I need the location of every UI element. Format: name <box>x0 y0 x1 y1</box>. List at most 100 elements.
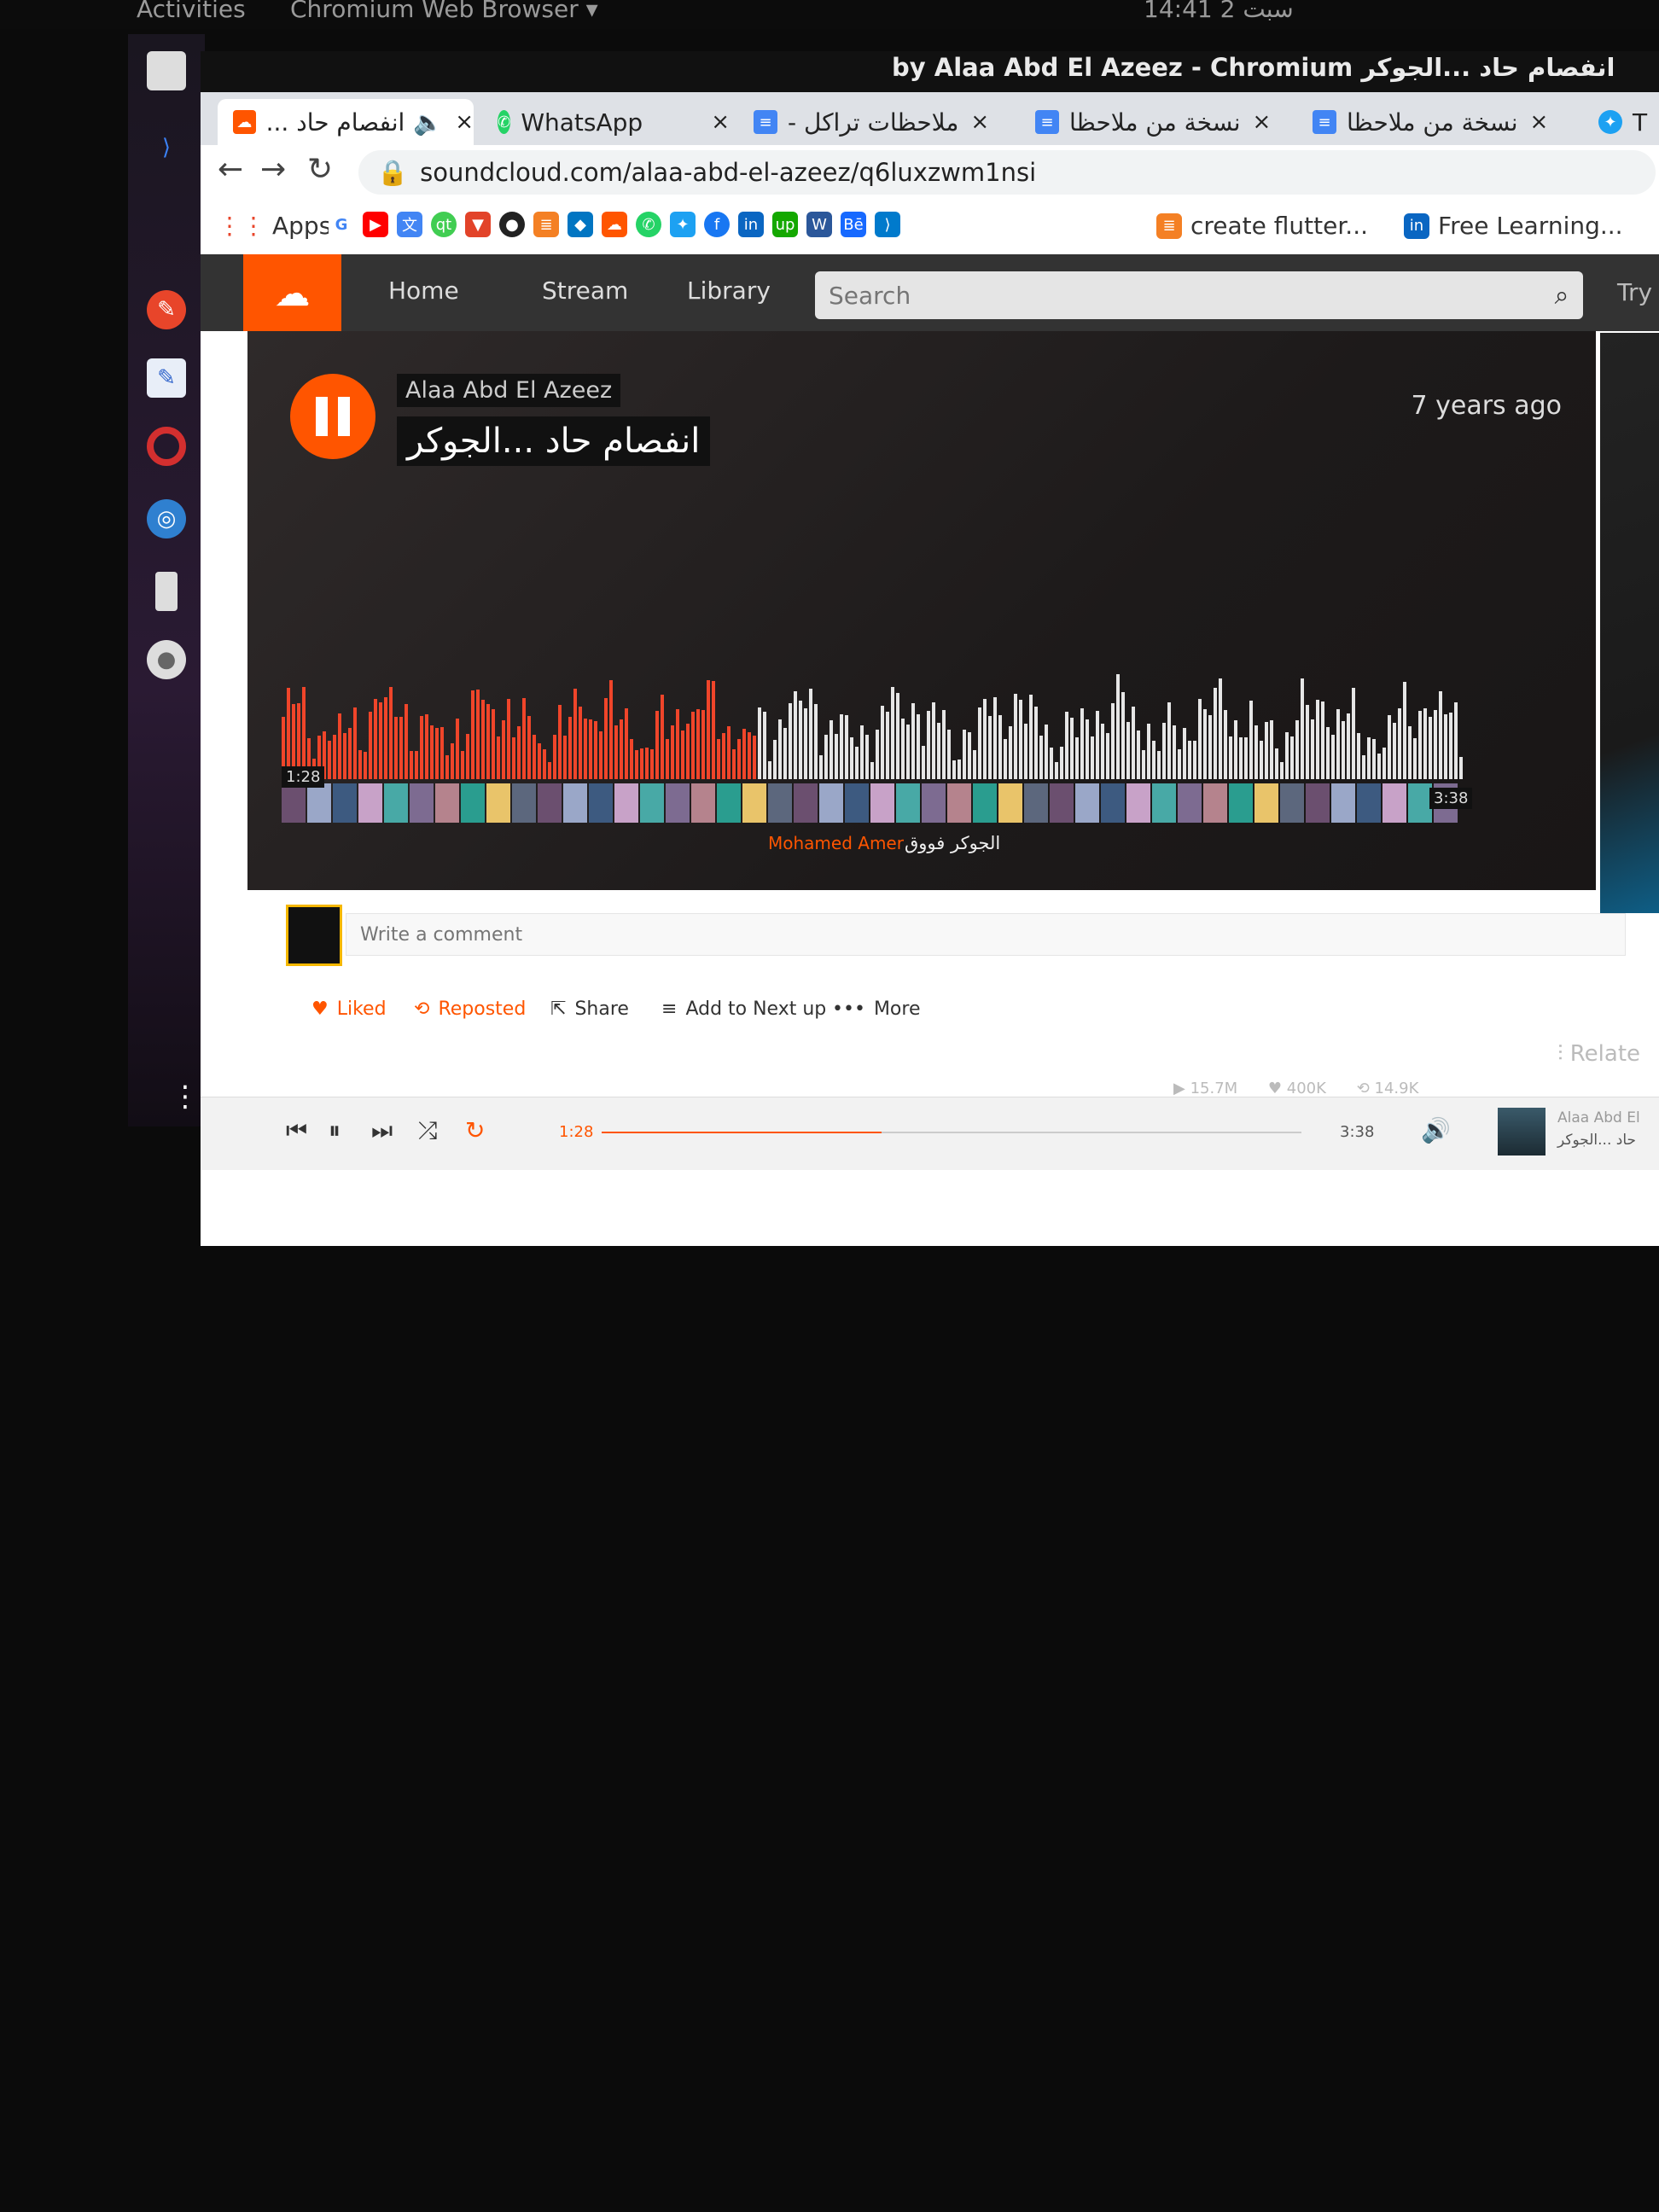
comment-avatar-thumb[interactable] <box>282 783 306 823</box>
address-bar[interactable]: 🔒 soundcloud.com/alaa-abd-el-azeez/q6lux… <box>358 150 1656 195</box>
stackoverflow-icon[interactable]: ≣ <box>533 212 559 237</box>
opera-icon[interactable] <box>147 427 186 466</box>
nav-home[interactable]: Home <box>388 276 459 305</box>
facebook-icon[interactable]: f <box>704 212 730 237</box>
comment-avatar-thumb[interactable] <box>717 783 741 823</box>
comment-avatar-thumb[interactable] <box>538 783 562 823</box>
comment-avatar-thumb[interactable] <box>1024 783 1048 823</box>
comment-avatar-thumb[interactable] <box>640 783 664 823</box>
vscode-icon[interactable]: ⟩ <box>875 212 900 237</box>
comment-avatar-thumb[interactable] <box>1254 783 1278 823</box>
tab-notes-1[interactable]: ≡ ملاحظات تراكل - × <box>738 99 1020 145</box>
comment-avatar-thumb[interactable] <box>1357 783 1381 823</box>
tab-notes-3[interactable]: ≡ نسخة من ملاحظا × <box>1297 99 1579 145</box>
comment-avatar-thumb[interactable] <box>1229 783 1253 823</box>
vscode-icon[interactable]: ⟩ <box>147 128 186 167</box>
comment-avatar-thumb[interactable] <box>1331 783 1355 823</box>
comment-avatar-thumb[interactable] <box>614 783 638 823</box>
comment-avatar-thumb[interactable] <box>973 783 997 823</box>
previous-icon[interactable]: ⏮ <box>286 1116 307 1145</box>
more-button[interactable]: ••• More <box>832 998 920 1020</box>
comment-avatar-thumb[interactable] <box>1178 783 1202 823</box>
now-playing-artist[interactable]: Alaa Abd El <box>1557 1109 1640 1126</box>
repeat-icon[interactable]: ↻ <box>465 1116 485 1144</box>
repost-button[interactable]: ⟲ Reposted <box>414 998 526 1020</box>
app-menu[interactable]: Chromium Web Browser ▾ <box>290 0 598 23</box>
add-to-next-up-button[interactable]: ≡ Add to Next up <box>661 998 826 1020</box>
shuffle-icon[interactable]: ⤮ <box>418 1116 437 1145</box>
comment-avatar-thumb[interactable] <box>794 783 818 823</box>
close-icon[interactable]: × <box>1252 109 1271 135</box>
comment-avatar-thumb[interactable] <box>1382 783 1406 823</box>
comment-avatar-thumb[interactable] <box>358 783 382 823</box>
comment-avatar-thumb[interactable] <box>384 783 408 823</box>
upwork-icon[interactable]: up <box>772 212 798 237</box>
related-tracks-heading[interactable]: ⫶ Relate <box>1557 1041 1640 1068</box>
back-arrow-icon[interactable]: ← <box>218 152 243 187</box>
comment-avatar-thumb[interactable] <box>691 783 715 823</box>
comment-avatar-thumb[interactable] <box>845 783 869 823</box>
comment-avatar-thumb[interactable] <box>435 783 459 823</box>
reload-icon[interactable]: ↻ <box>307 152 333 187</box>
translate-icon[interactable]: 文 <box>397 212 422 237</box>
tab-soundcloud[interactable]: ☁ انفصام حاد ... 🔈 × <box>218 99 474 145</box>
comment-avatar-thumb[interactable] <box>307 783 331 823</box>
progress-bar[interactable] <box>602 1132 1301 1133</box>
whatsapp-icon[interactable]: ✆ <box>636 212 661 237</box>
bookmark-create-flutter[interactable]: ≣ create flutter... <box>1156 212 1368 240</box>
pause-icon[interactable]: ⏸ <box>329 1116 341 1145</box>
comment-input[interactable] <box>346 913 1626 956</box>
clock[interactable]: 14:41 2 سبت <box>1144 0 1294 23</box>
linkedin-icon[interactable]: in <box>738 212 764 237</box>
close-icon[interactable]: × <box>711 109 730 135</box>
comment-avatar-thumb[interactable] <box>870 783 894 823</box>
activities-button[interactable]: Activities <box>137 0 246 23</box>
comment-avatar-thumb[interactable] <box>461 783 485 823</box>
comment-avatar-thumb[interactable] <box>896 783 920 823</box>
comment-avatar-thumb[interactable] <box>819 783 843 823</box>
like-button[interactable]: ♥ Liked <box>311 998 387 1020</box>
comment-avatar-thumb[interactable] <box>589 783 613 823</box>
chromium-icon[interactable]: ◎ <box>147 499 186 538</box>
compass-icon[interactable]: ✎ <box>147 290 186 329</box>
now-playing-artwork[interactable] <box>1498 1108 1545 1155</box>
volume-icon[interactable]: 🔊 <box>1421 1116 1451 1144</box>
comment-avatar-thumb[interactable] <box>1280 783 1304 823</box>
comment-avatar-thumb[interactable] <box>1203 783 1227 823</box>
comment-avatar-thumb[interactable] <box>1050 783 1074 823</box>
waveform[interactable] <box>282 655 1468 779</box>
tab-twitter[interactable]: ✦ T <box>1583 99 1659 145</box>
google-icon[interactable]: G <box>329 212 354 237</box>
behance-icon[interactable]: Bē <box>841 212 866 237</box>
document-icon[interactable] <box>155 572 178 611</box>
comment-avatar-thumb[interactable] <box>512 783 536 823</box>
comment-avatar-thumb[interactable] <box>410 783 434 823</box>
search-input[interactable] <box>815 280 1540 311</box>
github-icon[interactable]: ● <box>499 212 525 237</box>
comment-avatar-thumb[interactable] <box>742 783 766 823</box>
comment-avatar-thumb[interactable] <box>563 783 587 823</box>
files-icon[interactable] <box>147 51 186 90</box>
qt-icon[interactable]: qt <box>431 212 457 237</box>
nav-stream[interactable]: Stream <box>542 276 628 305</box>
bookmark-free-learning[interactable]: in Free Learning... <box>1404 212 1623 240</box>
text-editor-icon[interactable]: ✎ <box>147 358 186 398</box>
tab-notes-2[interactable]: ≡ نسخة من ملاحظا × <box>1020 99 1293 145</box>
now-playing-title[interactable]: حاد ...الجوكر <box>1557 1132 1636 1149</box>
pause-button[interactable] <box>290 374 375 459</box>
comment-avatar-thumb[interactable] <box>486 783 510 823</box>
comment-avatar-thumb[interactable] <box>1101 783 1125 823</box>
youtube-icon[interactable]: ▶ <box>363 212 388 237</box>
try-pro-link[interactable]: Try <box>1617 278 1652 306</box>
twitter-icon[interactable]: ✦ <box>670 212 696 237</box>
word-icon[interactable]: W <box>806 212 832 237</box>
comment-avatar-thumb[interactable] <box>922 783 946 823</box>
track-artist[interactable]: Alaa Abd El Azeez <box>397 374 621 407</box>
comment-avatar-thumb[interactable] <box>1152 783 1176 823</box>
tab-whatsapp[interactable]: ✆ WhatsApp × <box>482 99 730 145</box>
share-button[interactable]: ⇱ Share <box>550 998 629 1020</box>
comment-avatar-thumb[interactable] <box>1126 783 1150 823</box>
comment-avatar-thumb[interactable] <box>947 783 971 823</box>
nav-library[interactable]: Library <box>687 276 771 305</box>
dart-icon[interactable]: ◆ <box>568 212 593 237</box>
